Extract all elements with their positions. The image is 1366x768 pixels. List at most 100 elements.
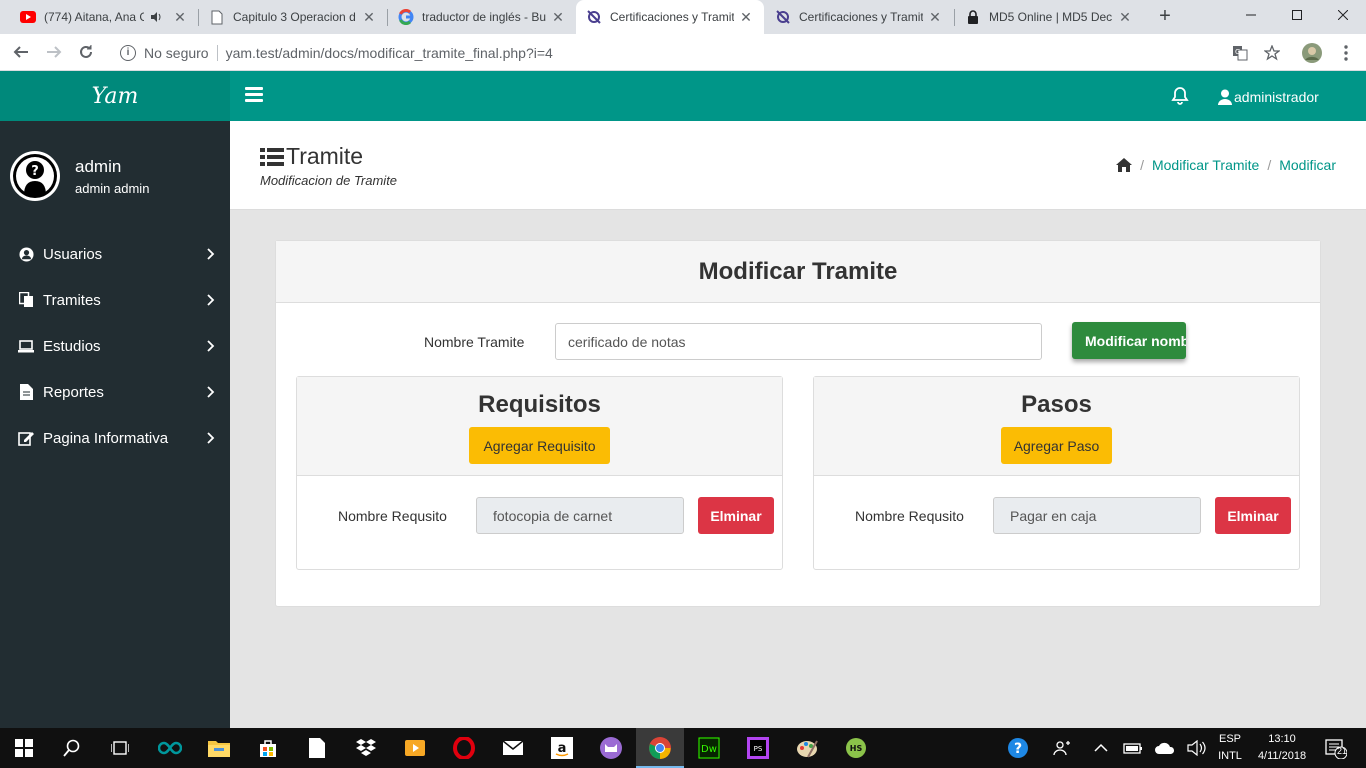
card-title: Modificar Tramite	[276, 241, 1320, 303]
sidebar-item-estudios[interactable]: Estudios	[0, 323, 230, 369]
info-icon[interactable]: i	[120, 44, 136, 61]
sidebar-item-label: Reportes	[43, 383, 104, 401]
people-icon[interactable]	[1050, 736, 1074, 760]
clock-time: 13:10	[1268, 733, 1296, 745]
svg-text:HS: HS	[850, 744, 863, 753]
blank-document-icon[interactable]	[305, 736, 329, 760]
translate-icon[interactable]: G	[1230, 43, 1250, 63]
requisito-name-input[interactable]	[476, 497, 684, 534]
profile-name: admin	[75, 157, 122, 176]
user-profile: ? admin admin admin	[10, 151, 220, 201]
chevron-right-icon	[207, 294, 215, 306]
browser-tab[interactable]: Certificaciones y Tramit ✕	[765, 0, 953, 34]
pasos-title: Pasos	[1021, 391, 1092, 418]
close-icon[interactable]: ✕	[927, 9, 943, 26]
breadcrumb-link[interactable]: Modificar Tramite	[1152, 157, 1259, 173]
google-icon	[398, 9, 414, 25]
language-indicator[interactable]: ESP INTL	[1212, 731, 1248, 765]
mail-icon[interactable]	[501, 736, 525, 760]
modify-name-button[interactable]: Modificar nombre	[1072, 322, 1186, 359]
security-label: No seguro	[144, 44, 209, 61]
close-icon[interactable]: ✕	[738, 9, 754, 26]
tramite-name-input[interactable]	[555, 323, 1042, 360]
browser-tab[interactable]: (774) Aitana, Ana G ✕	[10, 0, 198, 34]
reload-icon[interactable]	[74, 40, 98, 64]
menu-dots-icon[interactable]	[1336, 43, 1356, 63]
profile-avatar-icon[interactable]	[1302, 43, 1322, 63]
browser-toolbar: i No seguro yam.test/admin/docs/modifica…	[0, 34, 1366, 71]
task-view-icon[interactable]	[108, 736, 132, 760]
user-menu-label: administrador	[1234, 89, 1319, 105]
chevron-up-icon[interactable]	[1089, 736, 1113, 760]
close-icon[interactable]: ✕	[172, 9, 188, 26]
maximize-icon[interactable]	[1274, 0, 1320, 30]
sidebar-item-usuarios[interactable]: Usuarios	[0, 231, 230, 277]
tab-title: Certificaciones y Tramit	[799, 10, 923, 24]
breadcrumb-separator: /	[1140, 157, 1144, 173]
paso-name-input[interactable]	[993, 497, 1201, 534]
hotspot-shield-icon[interactable]: HS	[844, 736, 868, 760]
close-icon[interactable]: ✕	[1117, 9, 1133, 26]
forward-arrow-icon[interactable]	[42, 40, 66, 64]
user-circle-icon	[18, 246, 34, 262]
breadcrumb-current[interactable]: Modificar	[1279, 157, 1336, 173]
help-icon[interactable]: ?	[1006, 736, 1030, 760]
close-icon[interactable]: ✕	[550, 9, 566, 26]
store-icon[interactable]	[256, 736, 280, 760]
paso-name-label: Nombre Requsito	[855, 508, 964, 524]
windows-start-icon[interactable]	[12, 736, 36, 760]
dreamweaver-icon[interactable]: Dw	[697, 736, 721, 760]
bell-icon[interactable]	[1170, 86, 1190, 106]
svg-text:a: a	[558, 741, 567, 756]
chrome-icon[interactable]	[648, 736, 672, 760]
close-icon[interactable]: ✕	[361, 9, 377, 26]
browser-tab[interactable]: traductor de inglés - Bu ✕	[388, 0, 576, 34]
arduino-icon[interactable]	[158, 736, 182, 760]
dropbox-icon[interactable]	[354, 736, 378, 760]
laptop-icon	[18, 338, 34, 354]
new-tab-button[interactable]: +	[1155, 6, 1175, 26]
add-requisito-button[interactable]: Agregar Requisito	[469, 427, 610, 464]
opera-icon[interactable]	[452, 736, 476, 760]
media-player-icon[interactable]	[403, 736, 427, 760]
cat-app-icon[interactable]	[599, 736, 623, 760]
requisitos-title: Requisitos	[478, 391, 601, 418]
page-header: Tramite Modificacion de Tramite / Modifi…	[230, 121, 1366, 210]
delete-requisito-button[interactable]: Elminar	[698, 497, 774, 534]
page-title: Tramite	[260, 143, 363, 170]
speaker-icon[interactable]	[148, 9, 164, 25]
browser-tab-active[interactable]: Certificaciones y Tramit ✕	[576, 0, 764, 34]
hamburger-menu-icon[interactable]	[245, 87, 263, 105]
phpstorm-icon[interactable]: PS	[746, 736, 770, 760]
browser-tab[interactable]: Capitulo 3 Operacion d ✕	[199, 0, 387, 34]
search-icon[interactable]	[60, 736, 84, 760]
copy-icon	[18, 292, 34, 308]
home-icon[interactable]	[1116, 158, 1133, 172]
notification-center-icon[interactable]: 21	[1324, 736, 1348, 760]
amazon-icon[interactable]: a	[550, 736, 574, 760]
paint-icon[interactable]	[795, 736, 819, 760]
tab-title: Capitulo 3 Operacion d	[233, 10, 356, 24]
back-arrow-icon[interactable]	[9, 40, 33, 64]
cloud-icon[interactable]	[1153, 736, 1177, 760]
site-icon	[775, 9, 791, 25]
battery-icon[interactable]	[1121, 736, 1145, 760]
volume-icon[interactable]	[1185, 736, 1209, 760]
clock[interactable]: 13:10 4/11/2018	[1250, 731, 1314, 765]
add-paso-button[interactable]: Agregar Paso	[1001, 427, 1112, 464]
brand-logo[interactable]: Yam	[0, 71, 230, 121]
list-icon	[260, 147, 284, 166]
sidebar-item-tramites[interactable]: Tramites	[0, 277, 230, 323]
star-icon[interactable]	[1262, 43, 1282, 63]
keyboard-layout: INTL	[1218, 750, 1242, 762]
delete-paso-button[interactable]: Elminar	[1215, 497, 1291, 534]
tab-title: traductor de inglés - Bu	[422, 10, 546, 24]
sidebar-item-pagina-informativa[interactable]: Pagina Informativa	[0, 415, 230, 461]
browser-tab[interactable]: MD5 Online | MD5 Dec ✕	[955, 0, 1143, 34]
file-explorer-icon[interactable]	[207, 736, 231, 760]
sidebar-item-reportes[interactable]: Reportes	[0, 369, 230, 415]
window-close-icon[interactable]	[1320, 0, 1366, 30]
user-menu[interactable]: administrador	[1218, 87, 1319, 107]
minimize-icon[interactable]	[1228, 0, 1274, 30]
address-bar[interactable]: i No seguro yam.test/admin/docs/modifica…	[108, 38, 1288, 67]
